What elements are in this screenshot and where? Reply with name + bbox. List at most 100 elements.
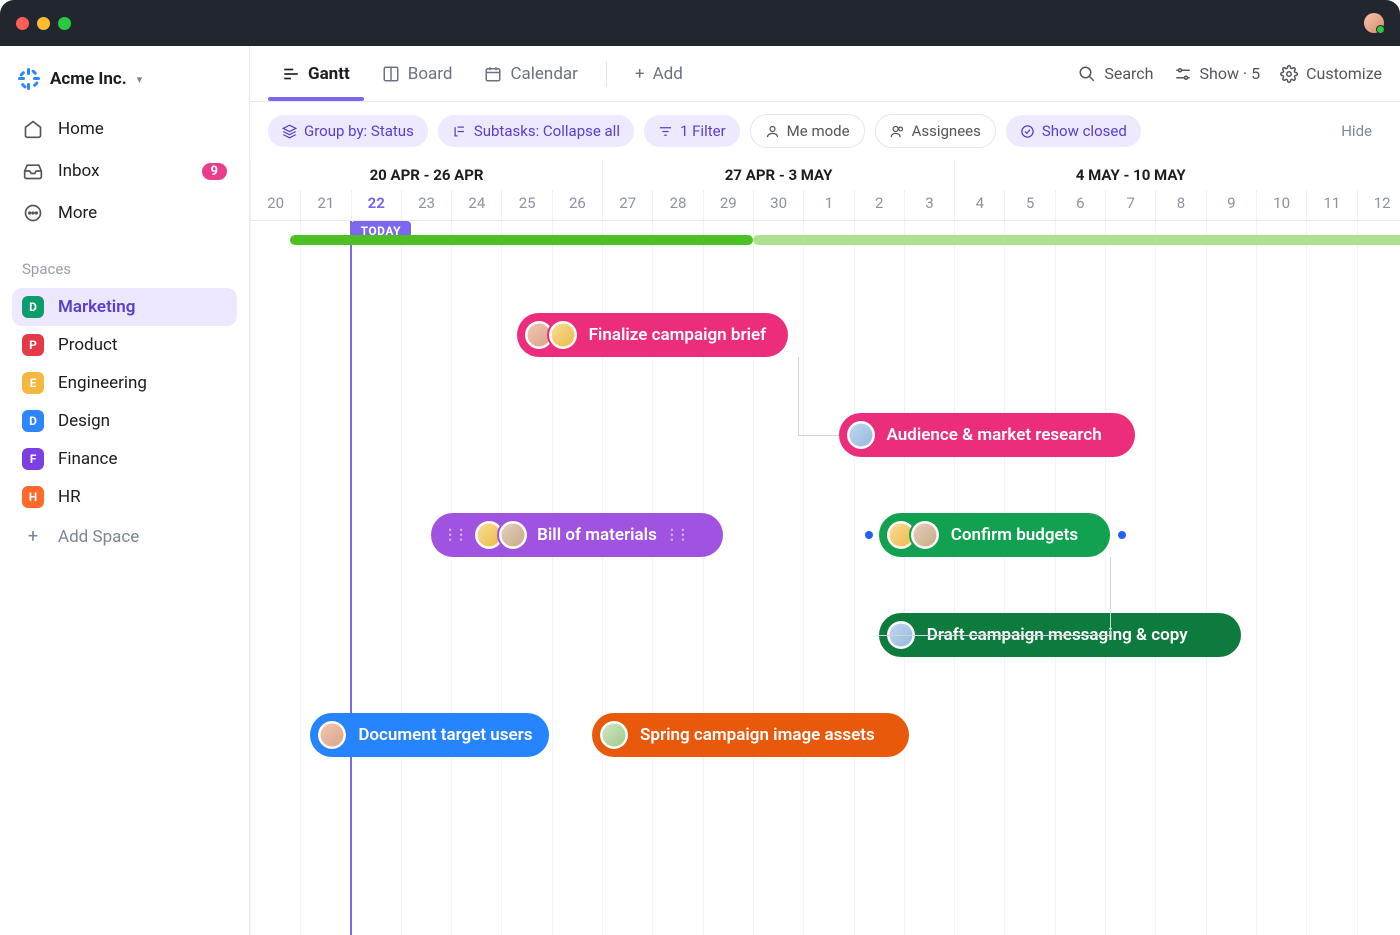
- task-label: Audience & market research: [887, 425, 1102, 445]
- day-number: 4: [954, 190, 1004, 220]
- nav-label: Home: [58, 119, 104, 139]
- space-label: Design: [58, 411, 110, 431]
- space-badge-icon: P: [22, 334, 44, 356]
- users-icon: [890, 124, 905, 139]
- group-by-pill[interactable]: Group by: Status: [268, 115, 428, 147]
- nav-inbox[interactable]: Inbox 9: [12, 150, 237, 192]
- nav-more[interactable]: More: [12, 192, 237, 234]
- day-number: 24: [451, 190, 501, 220]
- pill-label: Group by: Status: [304, 122, 414, 140]
- task-bar[interactable]: Audience & market research: [839, 413, 1136, 457]
- avatar: [598, 719, 630, 751]
- subtask-icon: [452, 124, 467, 139]
- avatar: [547, 319, 579, 351]
- assignees-pill[interactable]: Assignees: [875, 114, 996, 148]
- sliders-icon: [1174, 65, 1192, 83]
- task-bar[interactable]: Confirm budgets: [879, 513, 1110, 557]
- filter-pill[interactable]: 1 Filter: [644, 115, 740, 147]
- day-number: 30: [753, 190, 803, 220]
- day-number: 20: [250, 190, 300, 220]
- day-number: 3: [904, 190, 954, 220]
- dependency-dot[interactable]: [1118, 531, 1126, 539]
- day-number: 11: [1306, 190, 1356, 220]
- board-icon: [382, 65, 400, 83]
- window-minimize[interactable]: [37, 17, 50, 30]
- workspace-switcher[interactable]: Acme Inc. ▾: [12, 60, 237, 108]
- search-button[interactable]: Search: [1078, 64, 1153, 83]
- day-number: 29: [703, 190, 753, 220]
- task-bar[interactable]: Document target users: [310, 713, 548, 757]
- gear-icon: [1280, 65, 1298, 83]
- task-assignees: [845, 419, 877, 451]
- tab-board[interactable]: Board: [368, 48, 467, 100]
- hide-filters-button[interactable]: Hide: [1341, 122, 1382, 140]
- sidebar-space-marketing[interactable]: DMarketing: [12, 288, 237, 326]
- tab-add-view[interactable]: + Add: [621, 48, 697, 100]
- task-assignees: [885, 519, 941, 551]
- sidebar-space-finance[interactable]: FFinance: [12, 440, 237, 478]
- space-badge-icon: D: [22, 410, 44, 432]
- workspace-name: Acme Inc.: [50, 69, 127, 89]
- tab-calendar[interactable]: Calendar: [470, 48, 591, 100]
- pill-label: Me mode: [787, 122, 850, 140]
- user-icon: [765, 124, 780, 139]
- customize-button[interactable]: Customize: [1280, 64, 1382, 83]
- space-badge-icon: E: [22, 372, 44, 394]
- window-close[interactable]: [16, 17, 29, 30]
- window-controls: [16, 17, 71, 30]
- date-header: 20 APR - 26 APR27 APR - 3 MAY4 MAY - 10 …: [250, 160, 1400, 221]
- me-mode-pill[interactable]: Me mode: [750, 114, 865, 148]
- show-label: Show · 5: [1200, 64, 1261, 83]
- plus-icon: +: [635, 64, 645, 84]
- day-number: 28: [652, 190, 702, 220]
- sidebar-space-product[interactable]: P Product: [12, 326, 237, 364]
- space-badge-icon: F: [22, 448, 44, 470]
- dependency-dot[interactable]: [865, 531, 873, 539]
- gantt-icon: [282, 65, 300, 83]
- add-space-label: Add Space: [58, 527, 139, 547]
- day-number: 2: [854, 190, 904, 220]
- day-number: 8: [1155, 190, 1205, 220]
- task-assignees: [598, 719, 630, 751]
- subtasks-pill[interactable]: Subtasks: Collapse all: [438, 115, 634, 147]
- progress-bar-remaining: [753, 235, 1400, 245]
- add-space-button[interactable]: + Add Space: [12, 516, 237, 557]
- task-bar[interactable]: Draft campaign messaging & copy: [879, 613, 1241, 657]
- day-number: 5: [1004, 190, 1054, 220]
- tab-gantt[interactable]: Gantt: [268, 48, 364, 100]
- task-bar[interactable]: Finalize campaign brief: [517, 313, 789, 357]
- avatar: [497, 519, 529, 551]
- tab-label: Board: [408, 64, 453, 84]
- user-avatar[interactable]: [1364, 13, 1384, 33]
- window-maximize[interactable]: [58, 17, 71, 30]
- date-range-label: 4 MAY - 10 MAY: [954, 160, 1306, 190]
- filter-icon: [658, 124, 673, 139]
- space-label: HR: [58, 487, 81, 507]
- space-label: Product: [58, 335, 117, 355]
- day-number: 21: [300, 190, 350, 220]
- gantt-grid[interactable]: TODAYFinalize campaign briefAudience & m…: [250, 221, 1400, 935]
- day-number: 9: [1206, 190, 1256, 220]
- sidebar-space-engineering[interactable]: EEngineering: [12, 364, 237, 402]
- pill-label: 1 Filter: [680, 122, 726, 140]
- nav-home[interactable]: Home: [12, 108, 237, 150]
- task-bar[interactable]: Bill of materials: [431, 513, 723, 557]
- task-bar[interactable]: Spring campaign image assets: [592, 713, 909, 757]
- show-closed-pill[interactable]: Show closed: [1006, 115, 1141, 147]
- sidebar-space-hr[interactable]: HHR: [12, 478, 237, 516]
- calendar-icon: [484, 65, 502, 83]
- space-label: Marketing: [58, 297, 135, 317]
- day-number: 6: [1055, 190, 1105, 220]
- sidebar-space-design[interactable]: D Design: [12, 402, 237, 440]
- avatar: [845, 419, 877, 451]
- chevron-down-icon: ▾: [137, 73, 143, 86]
- day-number: 23: [401, 190, 451, 220]
- show-button[interactable]: Show · 5: [1174, 64, 1261, 83]
- day-number: 10: [1256, 190, 1306, 220]
- tab-label: Add: [653, 64, 683, 84]
- task-label: Confirm budgets: [951, 525, 1078, 545]
- sidebar: Acme Inc. ▾ Home Inbox 9 More Spaces DMa…: [0, 46, 250, 935]
- gantt-timeline: 20 APR - 26 APR27 APR - 3 MAY4 MAY - 10 …: [250, 160, 1400, 935]
- search-label: Search: [1104, 64, 1153, 83]
- pill-label: Show closed: [1042, 122, 1127, 140]
